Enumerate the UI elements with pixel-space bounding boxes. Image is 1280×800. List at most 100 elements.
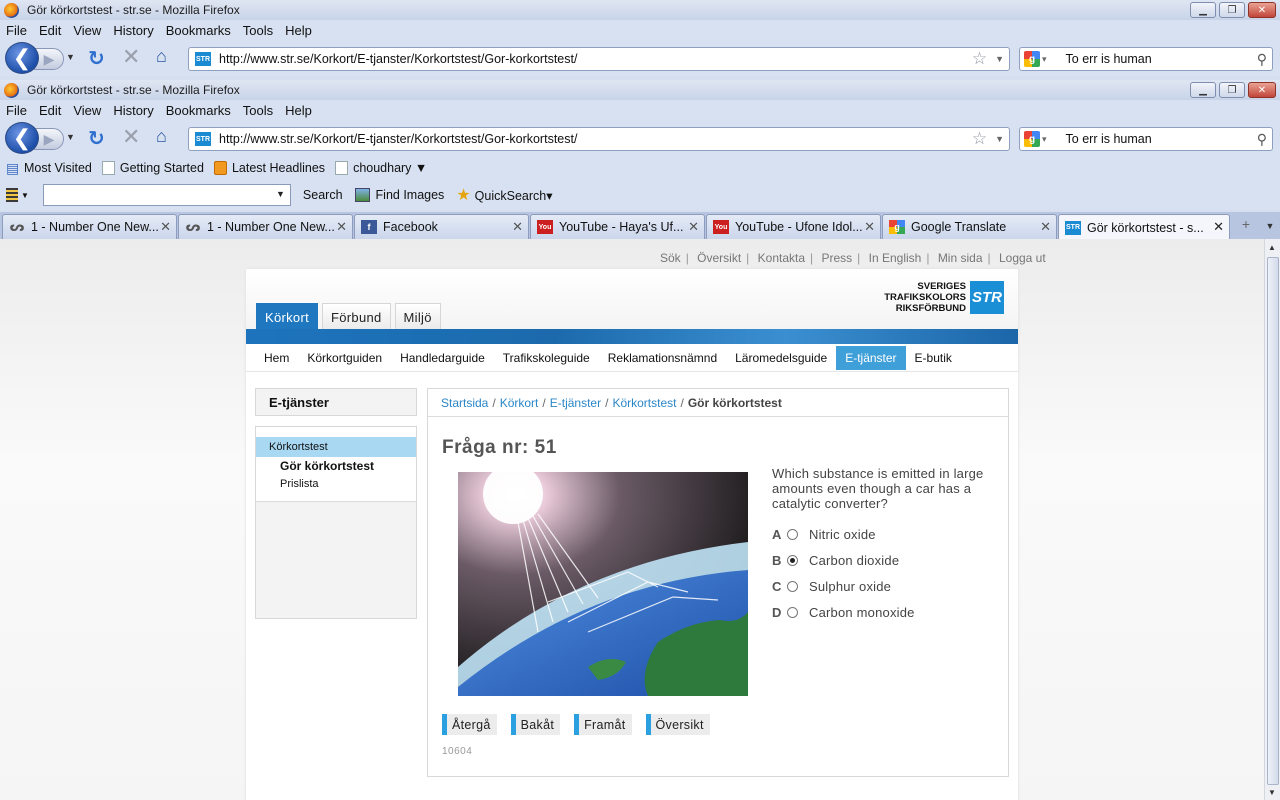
bookmark-latest-headlines[interactable]: Latest Headlines xyxy=(213,160,325,175)
url-bar[interactable]: STR http://www.str.se/Korkort/E-tjanster… xyxy=(188,127,1010,151)
menu-tools[interactable]: Tools xyxy=(243,23,273,38)
breadcrumb-korkortstest[interactable]: Körkortstest xyxy=(612,396,676,410)
reload-icon[interactable]: ↻ xyxy=(88,46,105,71)
url-dropdown-icon[interactable]: ▼ xyxy=(995,134,1004,144)
menu-view[interactable]: View xyxy=(73,23,101,38)
answer-b[interactable]: B Carbon dioxide xyxy=(772,547,915,573)
tab-3[interactable]: f Facebook ✕ xyxy=(354,214,529,239)
back-button[interactable]: ❮ xyxy=(5,42,39,74)
close-icon[interactable]: ✕ xyxy=(1248,2,1276,18)
restore-icon[interactable]: ❐ xyxy=(1219,82,1245,98)
close-tab-icon[interactable]: ✕ xyxy=(688,219,699,235)
search-engine-dropdown-icon[interactable]: ▾ xyxy=(1042,54,1047,65)
new-tab-icon[interactable]: + xyxy=(1236,216,1256,236)
toplink-logga-ut[interactable]: Logga ut xyxy=(999,251,1046,265)
menu-history[interactable]: History xyxy=(113,103,153,118)
answer-d[interactable]: D Carbon monoxide xyxy=(772,599,915,625)
close-tab-icon[interactable]: ✕ xyxy=(1040,219,1051,235)
menu-file[interactable]: File xyxy=(6,23,27,38)
search-input[interactable]: To err is human xyxy=(1066,52,1257,66)
sidebar-item-korkortstest[interactable]: Körkortstest xyxy=(256,437,416,457)
subnav-hem[interactable]: Hem xyxy=(255,346,298,370)
search-icon[interactable]: ⚲ xyxy=(1257,131,1267,148)
answer-b-radio[interactable] xyxy=(787,554,798,566)
tab-1[interactable]: ᔕ 1 - Number One New... ✕ xyxy=(2,214,177,239)
home-icon[interactable]: ⌂ xyxy=(156,126,167,147)
toplink-press[interactable]: Press xyxy=(821,251,852,265)
subnav-korkortguiden[interactable]: Körkortguiden xyxy=(298,346,391,370)
url-text[interactable]: http://www.str.se/Korkort/E-tjanster/Kor… xyxy=(219,132,972,146)
breadcrumb-e-tjanster[interactable]: E-tjänster xyxy=(550,396,601,410)
breadcrumb-startsida[interactable]: Startsida xyxy=(441,396,488,410)
stop-icon[interactable]: ✕ xyxy=(122,44,140,70)
google-icon[interactable]: g xyxy=(1024,51,1040,67)
answer-c-radio[interactable] xyxy=(787,580,798,592)
search-icon[interactable]: ⚲ xyxy=(1257,51,1267,68)
back-button[interactable]: ❮ xyxy=(5,122,39,154)
subnav-laromedelsguide[interactable]: Läromedelsguide xyxy=(726,346,836,370)
tab-7-active[interactable]: STR Gör körkortstest - s... ✕ xyxy=(1058,214,1230,240)
close-tab-icon[interactable]: ✕ xyxy=(160,219,171,235)
menu-view[interactable]: View xyxy=(73,103,101,118)
url-bar[interactable]: STR http://www.str.se/Korkort/E-tjanster… xyxy=(188,47,1010,71)
history-dropdown-icon[interactable]: ▼ xyxy=(66,132,75,142)
menu-history[interactable]: History xyxy=(113,23,153,38)
subnav-reklamationsnamnd[interactable]: Reklamationsnämnd xyxy=(599,346,726,370)
tab-forbund[interactable]: Förbund xyxy=(322,303,391,330)
scroll-up-icon[interactable]: ▲ xyxy=(1268,243,1276,252)
subnav-trafikskoleguide[interactable]: Trafikskoleguide xyxy=(494,346,599,370)
bookmark-choudhary[interactable]: choudhary ▼ xyxy=(335,160,427,175)
tab-4[interactable]: You YouTube - Haya's Uf... ✕ xyxy=(530,214,705,239)
home-icon[interactable]: ⌂ xyxy=(156,46,167,67)
answer-d-radio[interactable] xyxy=(787,606,798,618)
menu-bookmarks[interactable]: Bookmarks xyxy=(166,23,231,38)
google-icon[interactable]: g xyxy=(1024,131,1040,147)
film-icon[interactable] xyxy=(6,188,18,202)
tab-2[interactable]: ᔕ 1 - Number One New... ✕ xyxy=(178,214,353,239)
film-dropdown-icon[interactable]: ▼ xyxy=(21,191,29,200)
restore-icon[interactable]: ❐ xyxy=(1219,2,1245,18)
answer-a[interactable]: A Nitric oxide xyxy=(772,521,915,547)
minimize-icon[interactable]: ▁ xyxy=(1190,2,1216,18)
minimize-icon[interactable]: ▁ xyxy=(1190,82,1216,98)
subnav-handledarguide[interactable]: Handledarguide xyxy=(391,346,494,370)
tab-miljo[interactable]: Miljö xyxy=(394,303,441,330)
tab-6[interactable]: g Google Translate ✕ xyxy=(882,214,1057,239)
tab-5[interactable]: You YouTube - Ufone Idol... ✕ xyxy=(706,214,881,239)
close-tab-icon[interactable]: ✕ xyxy=(1213,219,1224,235)
close-tab-icon[interactable]: ✕ xyxy=(336,219,347,235)
menu-edit[interactable]: Edit xyxy=(39,103,61,118)
menu-edit[interactable]: Edit xyxy=(39,23,61,38)
search-button[interactable]: Search xyxy=(303,188,343,202)
bookmark-star-icon[interactable]: ☆ xyxy=(972,129,987,149)
breadcrumb-korkort[interactable]: Körkort xyxy=(500,396,539,410)
search-box[interactable]: g ▾ To err is human ⚲ xyxy=(1019,47,1273,71)
bookmark-getting-started[interactable]: Getting Started xyxy=(101,160,204,175)
oversikt-button[interactable]: Översikt xyxy=(645,714,710,735)
subnav-e-tjanster[interactable]: E-tjänster xyxy=(836,345,906,370)
stop-icon[interactable]: ✕ xyxy=(122,124,140,150)
scrollbar-thumb[interactable] xyxy=(1267,257,1279,785)
sidebar-item-prislista[interactable]: Prislista xyxy=(256,475,416,493)
reload-icon[interactable]: ↻ xyxy=(88,126,105,151)
str-logo[interactable]: SVERIGES TRAFIKSKOLORS RIKSFÖRBUND STR xyxy=(884,281,1004,314)
search-box[interactable]: g ▾ To err is human ⚲ xyxy=(1019,127,1273,151)
menu-help[interactable]: Help xyxy=(285,103,312,118)
answer-c[interactable]: C Sulphur oxide xyxy=(772,573,915,599)
toplink-oversikt[interactable]: Översikt xyxy=(697,251,741,265)
tab-list-dropdown-icon[interactable]: ▼ xyxy=(1262,216,1278,236)
toplink-min-sida[interactable]: Min sida xyxy=(938,251,983,265)
answer-a-radio[interactable] xyxy=(787,528,798,540)
bakat-button[interactable]: Bakåt xyxy=(510,714,561,735)
toplink-kontakta[interactable]: Kontakta xyxy=(758,251,805,265)
close-icon[interactable]: ✕ xyxy=(1248,82,1276,98)
quicksearch-dropdown[interactable] xyxy=(42,184,291,206)
menu-tools[interactable]: Tools xyxy=(243,103,273,118)
toplink-in-english[interactable]: In English xyxy=(869,251,922,265)
search-engine-dropdown-icon[interactable]: ▾ xyxy=(1042,134,1047,145)
search-input[interactable]: To err is human xyxy=(1066,132,1257,146)
menu-file[interactable]: File xyxy=(6,103,27,118)
bookmark-most-visited[interactable]: ▤ Most Visited xyxy=(6,161,92,175)
history-dropdown-icon[interactable]: ▼ xyxy=(66,52,75,62)
find-images-button[interactable]: Find Images xyxy=(354,188,444,202)
